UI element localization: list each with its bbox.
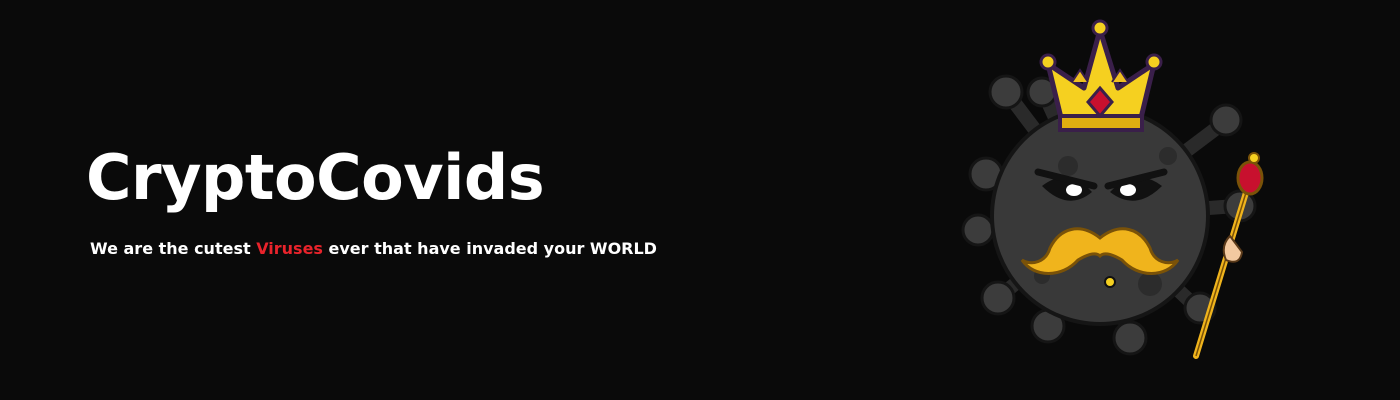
tagline: We are the cutest Viruses ever that have… xyxy=(90,237,657,261)
hero-banner: CryptoCovids We are the cutest Viruses e… xyxy=(0,0,1400,400)
virus-body xyxy=(990,106,1210,326)
brand-title: CryptoCovids xyxy=(86,141,545,214)
tagline-text-end: ever that have invaded your WORLD xyxy=(322,239,657,258)
tagline-highlight: Viruses xyxy=(256,239,323,258)
scepter-icon xyxy=(1193,152,1264,359)
crown-icon xyxy=(1039,19,1163,132)
virus-king-mascot-icon xyxy=(961,19,1264,359)
tagline-text-start: We are the cutest xyxy=(90,239,257,258)
